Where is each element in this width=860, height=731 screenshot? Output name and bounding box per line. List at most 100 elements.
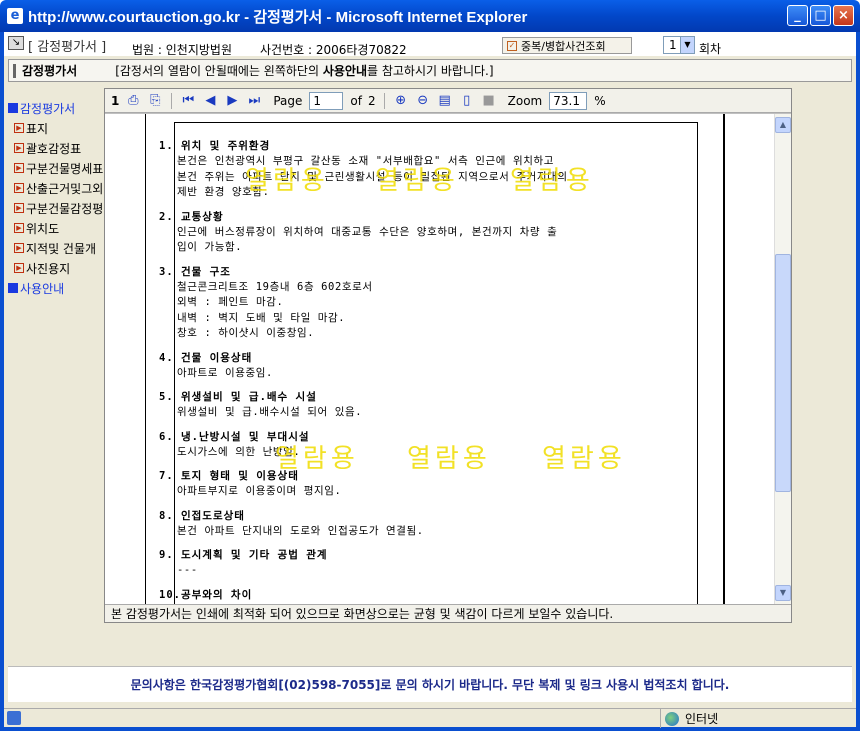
fit-width-icon[interactable]: ▤ xyxy=(437,93,453,109)
arrow-icon: ▶ xyxy=(14,143,24,153)
folder-arrow-icon xyxy=(8,283,18,293)
section-line: 본건 아파트 단지내의 도로와 인접공도가 연결됨. xyxy=(177,524,424,537)
appraisal-label: 감정평가서 xyxy=(22,64,78,78)
scroll-down-icon[interactable]: ▼ xyxy=(775,585,791,601)
stop-icon[interactable]: ■ xyxy=(481,93,497,109)
previous-page-icon[interactable]: ◀ xyxy=(202,93,218,109)
section-heading: 1. 위치 및 주위환경 xyxy=(159,140,271,152)
last-page-icon[interactable]: ⏭ xyxy=(246,93,262,109)
window-title: http://www.courtauction.go.kr - 감정평가서 - … xyxy=(28,8,528,26)
document-section: 9. 도시계획 및 기타 공법 관계 --- xyxy=(159,547,669,579)
document-section: 10.공부와의 차이 xyxy=(159,587,669,603)
nav-label: 괄호감정표 xyxy=(26,141,82,156)
nav-item-calculation[interactable]: ▶ 산출근거및그외 xyxy=(8,178,104,198)
arrow-icon: ▶ xyxy=(14,263,24,273)
zoom-out-icon[interactable]: ⊖ xyxy=(415,93,431,109)
zoom-in-icon[interactable]: ⊕ xyxy=(393,93,409,109)
section-line: --- xyxy=(177,564,198,576)
nav-item-location-map[interactable]: ▶ 위치도 xyxy=(8,218,104,238)
globe-icon xyxy=(665,711,679,726)
toolbar-separator xyxy=(171,92,173,109)
navigate-arrow-icon[interactable]: ↘ xyxy=(8,36,24,50)
document-area[interactable]: 1. 위치 및 주위환경 본건은 인천광역시 부평구 갈산동 소재 "서부배합요"… xyxy=(105,114,774,604)
section-line: 내벽 : 벽지 도배 및 타일 마감. xyxy=(177,311,346,324)
section-line: 외벽 : 페인트 마감. xyxy=(177,296,284,308)
ie-icon: e xyxy=(7,8,23,24)
section-line: 인근에 버스정류장이 위치하여 대중교통 수단은 양호하며, 본건까지 차량 출 xyxy=(177,225,558,238)
section-line: 창호 : 하이샷시 이중창임. xyxy=(177,327,315,339)
section-heading: 5. 위생설비 및 급.배수 시설 xyxy=(159,391,317,403)
section-heading: 4. 건물 이용상태 xyxy=(159,351,253,364)
print-icon[interactable]: ⎙ xyxy=(125,93,141,109)
nav-item-usage-guide[interactable]: 사용안내 xyxy=(8,278,104,298)
notice-header: 감정평가서 [감정서의 열람이 안될때에는 왼쪽하단의 사용안내를 참고하시기 … xyxy=(8,59,852,82)
nav-item-building-spec[interactable]: ▶ 구분건물명세표 xyxy=(8,158,104,178)
security-zone: 인터넷 xyxy=(660,709,856,728)
section-line: 철근콘크리트조 19층내 6층 602호로서 xyxy=(177,280,373,293)
checkmark-icon: ✓ xyxy=(507,40,517,51)
nav-item-appraisal[interactable]: 감정평가서 xyxy=(8,98,104,118)
scroll-up-icon[interactable]: ▲ xyxy=(775,117,791,133)
header-bar-icon xyxy=(13,63,16,78)
page-content: ↘ [ 감정평가서 ] 법원 : 인천지방법원 사건번호 : 2006타경708… xyxy=(4,32,856,728)
first-page-icon[interactable]: ⏮ xyxy=(180,93,196,109)
nav-item-building-appraisal[interactable]: ▶ 구분건물감정평 xyxy=(8,198,104,218)
document-section: 4. 건물 이용상태 아파트로 이용중임. xyxy=(159,350,669,382)
nav-label: 지적및 건물개 xyxy=(26,241,97,256)
document-section: 5. 위생설비 및 급.배수 시설위생설비 및 급.배수시설 되어 있음. xyxy=(159,389,669,421)
page-number-input[interactable]: 1 xyxy=(309,91,344,110)
fit-page-icon[interactable]: ▯ xyxy=(459,93,475,109)
section-line: 위생설비 및 급.배수시설 되어 있음. xyxy=(177,406,363,418)
duplicate-case-lookup-button[interactable]: ✓ 중복/병합사건조회 xyxy=(502,37,632,54)
contact-info-bar: 문의사항은 한국감정평가협회[(02)598-7055]로 문의 하시기 바랍니… xyxy=(8,666,852,702)
next-page-icon[interactable]: ▶ xyxy=(224,93,240,109)
document-section: 8. 인접도로상태본건 아파트 단지내의 도로와 인접공도가 연결됨. xyxy=(159,508,669,540)
zone-label: 인터넷 xyxy=(685,712,719,726)
nav-item-cover[interactable]: ▶ 표지 xyxy=(8,118,104,138)
document-section: 2. 교통상황 인근에 버스정류장이 위치하여 대중교통 수단은 양호하며, 본건… xyxy=(159,209,669,256)
folder-arrow-icon xyxy=(8,103,18,113)
status-bar: 인터넷 xyxy=(4,708,856,728)
nav-item-cadastral[interactable]: ▶ 지적및 건물개 xyxy=(8,238,104,258)
zoom-unit: % xyxy=(594,93,606,108)
watermark: 열람용 xyxy=(510,166,594,196)
close-button[interactable]: × xyxy=(833,5,854,26)
usage-notice-post: 를 참고하시기 바랍니다.] xyxy=(367,64,494,78)
watermark: 열람용 xyxy=(375,166,459,196)
nav-item-summary[interactable]: ▶ 괄호감정표 xyxy=(8,138,104,158)
left-navigation: 감정평가서 ▶ 표지 ▶ 괄호감정표 ▶ 구분건물명세표 ▶ 산출근거및그외 ▶ 구분건물… xyxy=(8,98,104,298)
watermark: 열람용 xyxy=(245,166,329,196)
usage-notice-pre: [감정서의 열람이 안될때에는 왼쪽하단의 xyxy=(115,64,323,78)
usage-notice-bold: 사용안내 xyxy=(322,64,367,78)
print-setup-icon[interactable]: ⎘ xyxy=(147,93,163,109)
round-select[interactable]: 1 ▼ xyxy=(663,36,695,54)
page-label: Page xyxy=(273,93,303,108)
scrollbar-thumb[interactable] xyxy=(775,254,791,492)
viewer-footer-notice: 본 감정평가서는 인쇄에 최적화 되어 있으므로 화면상으로는 균형 및 색감이… xyxy=(105,604,791,622)
nav-label: 구분건물감정평 xyxy=(26,201,104,216)
section-heading: 10.공부와의 차이 xyxy=(159,588,253,601)
section-line: 아파트부지로 이용중이며 평지임. xyxy=(177,485,342,497)
vertical-scrollbar[interactable]: ▲ ▼ xyxy=(774,114,791,604)
window-titlebar[interactable]: e http://www.courtauction.go.kr - 감정평가서 … xyxy=(0,0,860,32)
maximize-button[interactable]: □ xyxy=(810,5,831,26)
watermark: 열람용 xyxy=(275,444,359,474)
nav-label: 구분건물명세표 xyxy=(26,161,104,176)
nav-item-photos[interactable]: ▶ 사진용지 xyxy=(8,258,104,278)
arrow-icon: ▶ xyxy=(14,183,24,193)
minimize-button[interactable]: _ xyxy=(787,5,808,26)
document-sections: 1. 위치 및 주위환경 본건은 인천광역시 부평구 갈산동 소재 "서부배합요"… xyxy=(159,138,669,604)
chevron-down-icon[interactable]: ▼ xyxy=(680,37,694,53)
arrow-icon: ▶ xyxy=(14,163,24,173)
section-line: 입이 가능함. xyxy=(177,241,243,253)
page-status-icon xyxy=(7,711,21,725)
of-label: of xyxy=(350,93,362,108)
viewer-toolbar: 1 ⎙ ⎘ ⏮ ◀ ▶ ⏭ Page 1 of 2 ⊕ ⊖ ▤ ▯ ■ Zoom… xyxy=(105,89,791,113)
document-viewer: 1 ⎙ ⎘ ⏮ ◀ ▶ ⏭ Page 1 of 2 ⊕ ⊖ ▤ ▯ ■ Zoom… xyxy=(104,88,792,623)
case-number: 사건번호 : 2006타경70822 xyxy=(260,43,407,57)
section-heading: 9. 도시계획 및 기타 공법 관계 xyxy=(159,549,328,561)
section-heading: 8. 인접도로상태 xyxy=(159,509,245,522)
watermark: 열람용 xyxy=(542,444,626,474)
usage-notice: [감정서의 열람이 안될때에는 왼쪽하단의 사용안내를 참고하시기 바랍니다.] xyxy=(115,62,493,79)
zoom-input[interactable]: 73.1 xyxy=(549,91,588,110)
